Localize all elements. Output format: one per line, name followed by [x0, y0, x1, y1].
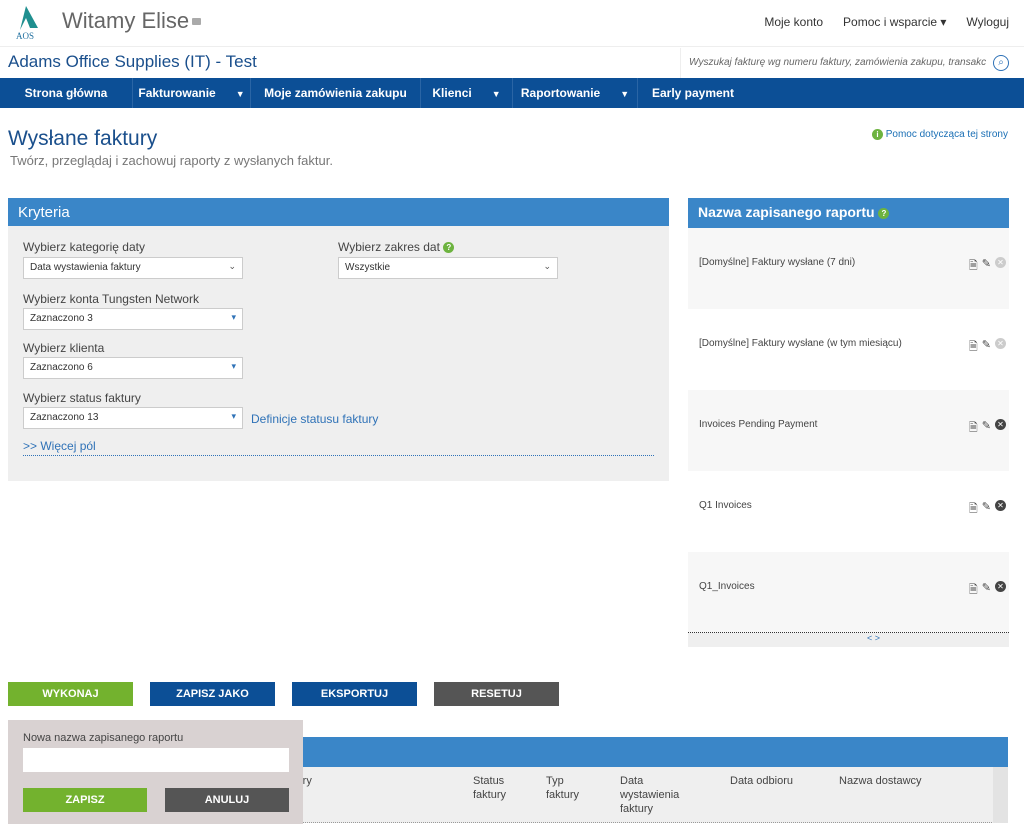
page-title: Wysłane faktury	[8, 127, 158, 150]
delete-icon: ✕	[995, 581, 1006, 592]
customer-label: Wybierz klienta	[23, 341, 105, 355]
column-header[interactable]: Nazwa dostawcy	[839, 774, 922, 788]
save-button[interactable]: ZAPISZ	[23, 788, 147, 812]
company-name: Adams Office Supplies (IT) - Test	[8, 52, 257, 71]
svg-text:AOS: AOS	[16, 31, 34, 40]
date-range-select[interactable]: Wszystkie ⌄	[338, 257, 558, 279]
saved-reports-panel: Nazwa zapisanego raportu ? [Domyślne] Fa…	[688, 198, 1009, 650]
pager[interactable]: < >	[688, 633, 1009, 647]
delete-icon: ✕	[995, 257, 1006, 268]
delete-icon: ✕	[995, 419, 1006, 430]
caret-down-icon: ▼	[235, 89, 245, 99]
saved-report-row[interactable]: [Domyślne] Faktury wysłane (7 dni) 🗎 ✎ ✕	[688, 228, 1009, 309]
export-button[interactable]: EKSPORTUJ	[292, 682, 417, 706]
nav-home[interactable]: Strona główna	[0, 78, 133, 108]
saved-reports-title: Nazwa zapisanego raportu ?	[688, 198, 1009, 228]
edit-icon: ✎	[981, 420, 991, 432]
help-link[interactable]: i Pomoc dotycząca tej strony	[871, 129, 1008, 140]
date-category-label: Wybierz kategorię daty	[23, 240, 145, 254]
accounts-select[interactable]: Zaznaczono 3 ▾	[23, 308, 243, 330]
edit-icon: ✎	[981, 258, 991, 270]
main-nav: Strona główna Fakturowanie ▼ Moje zamówie…	[0, 78, 1024, 108]
edit-icon: ✎	[981, 501, 991, 513]
reset-button[interactable]: RESETUJ	[434, 682, 559, 706]
info-icon: i	[871, 129, 883, 140]
status-label: Wybierz status faktury	[23, 391, 141, 405]
save-report-popup: Nowa nazwa zapisanego raportu ZAPISZ ANU…	[8, 720, 303, 824]
help-support-menu[interactable]: Pomoc i wsparcie ▾	[843, 15, 946, 29]
run-button[interactable]: WYKONAJ	[8, 682, 133, 706]
cancel-button[interactable]: ANULUJ	[165, 788, 289, 812]
delete-icon: ✕	[995, 500, 1006, 511]
more-fields-link[interactable]: >> Więcej pól	[23, 439, 654, 456]
page-subtitle: Twórz, przeglądaj i zachowuj raporty z w…	[10, 153, 333, 168]
run-report-icon: 🗎	[968, 422, 978, 434]
delete-icon: ✕	[995, 338, 1006, 349]
scrollbar[interactable]	[993, 767, 1008, 823]
date-range-label: Wybierz zakres dat ?	[338, 240, 455, 254]
saved-report-row[interactable]: Invoices Pending Payment 🗎 ✎ ✕	[688, 390, 1009, 471]
nav-early-payment[interactable]: Early payment	[638, 78, 748, 108]
help-icon: ?	[443, 242, 455, 254]
status-definitions-link[interactable]: Definicje statusu faktury	[251, 412, 378, 426]
criteria-title: Kryteria	[8, 198, 669, 226]
aos-logo: AOS	[16, 6, 38, 40]
status-select[interactable]: Zaznaczono 13 ▾	[23, 407, 243, 429]
report-name-label: Nowa nazwa zapisanego raportu	[23, 732, 184, 744]
nav-purchase-orders[interactable]: Moje zamówienia zakupu	[251, 78, 421, 108]
run-report-icon: 🗎	[968, 260, 978, 272]
mail-icon[interactable]	[192, 18, 201, 25]
edit-icon: ✎	[981, 582, 991, 594]
caret-down-icon: ▼	[620, 89, 630, 99]
nav-invoicing[interactable]: Fakturowanie ▼	[133, 78, 251, 108]
criteria-panel: Kryteria Wybierz kategorię daty Data wys…	[8, 198, 669, 481]
run-report-icon: 🗎	[968, 503, 978, 515]
customer-select[interactable]: Zaznaczono 6 ▾	[23, 357, 243, 379]
saved-report-row[interactable]: Q1_Invoices 🗎 ✎ ✕	[688, 552, 1009, 633]
welcome-text: Witamy Elise	[62, 8, 190, 33]
my-account-link[interactable]: Moje konto	[764, 15, 823, 29]
report-name-input[interactable]	[23, 748, 289, 772]
nav-reporting[interactable]: Raportowanie ▼	[513, 78, 638, 108]
column-header[interactable]: Data odbioru	[730, 774, 793, 788]
saved-report-row[interactable]: Q1 Invoices 🗎 ✎ ✕	[688, 471, 1009, 552]
caret-down-icon: ▼	[491, 89, 501, 99]
logout-link[interactable]: Wyloguj	[966, 15, 1009, 29]
accounts-label: Wybierz konta Tungsten Network	[23, 292, 199, 306]
nav-customers[interactable]: Klienci ▼	[421, 78, 513, 108]
saved-report-row[interactable]: [Domyślne] Faktury wysłane (w tym miesią…	[688, 309, 1009, 390]
run-report-icon: 🗎	[968, 341, 978, 353]
search-icon[interactable]: ⌕	[993, 55, 1009, 71]
help-icon: ?	[878, 207, 890, 219]
edit-icon: ✎	[981, 339, 991, 351]
column-header[interactable]: Typ faktury	[546, 774, 591, 802]
run-report-icon: 🗎	[968, 584, 978, 596]
search-input[interactable]: Wyszukaj fakturę wg numeru faktury, zamó…	[680, 48, 1024, 78]
date-category-select[interactable]: Data wystawienia faktury ⌄	[23, 257, 243, 279]
column-header[interactable]: Status faktury	[473, 774, 523, 802]
column-header[interactable]: Data wystawienia faktury	[620, 774, 695, 816]
save-as-button[interactable]: ZAPISZ JAKO	[150, 682, 275, 706]
